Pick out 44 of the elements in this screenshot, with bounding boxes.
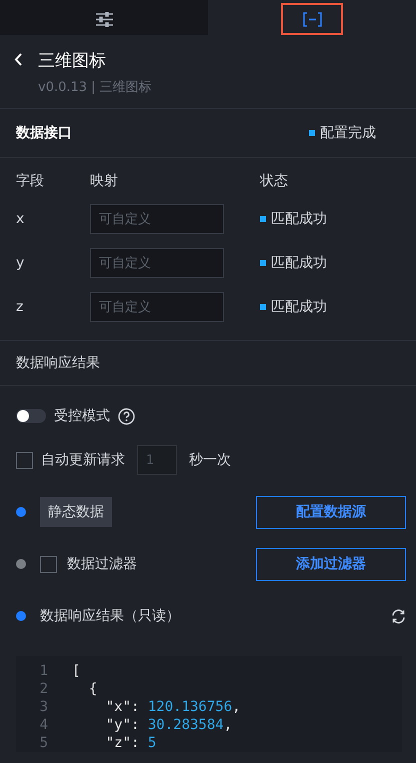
toggle-label: 受控模式 bbox=[54, 407, 110, 425]
mapping-input[interactable]: 可自定义 bbox=[90, 248, 224, 278]
field-name: z bbox=[16, 299, 24, 315]
code-line: "x": 120.136756, bbox=[104, 699, 241, 715]
action-button[interactable]: 添加过滤器 bbox=[256, 548, 406, 580]
code-line: { bbox=[88, 681, 98, 697]
match-status: 匹配成功 bbox=[271, 298, 327, 316]
brackets-icon bbox=[302, 12, 322, 26]
code-line: [ bbox=[72, 663, 80, 679]
field-name: x bbox=[16, 211, 26, 227]
match-status: 匹配成功 bbox=[271, 254, 327, 272]
help-icon[interactable] bbox=[118, 408, 135, 424]
sliders-icon bbox=[96, 12, 112, 26]
interval-input[interactable]: 1 bbox=[137, 445, 177, 475]
match-status: 匹配成功 bbox=[271, 210, 327, 228]
column-header: 字段 bbox=[16, 172, 45, 190]
code-line: "y": 30.283584, bbox=[104, 717, 232, 733]
mapping-input[interactable]: 可自定义 bbox=[90, 204, 224, 234]
component-title: 三维图标 bbox=[38, 50, 107, 72]
mapping-input[interactable]: 可自定义 bbox=[90, 292, 224, 322]
refresh-icon[interactable] bbox=[391, 608, 406, 624]
line-number: 3 bbox=[38, 699, 49, 715]
line-number: 2 bbox=[38, 681, 49, 697]
section-title: 数据响应结果 bbox=[16, 354, 100, 372]
back-icon[interactable] bbox=[14, 53, 22, 66]
field-name: y bbox=[16, 255, 26, 271]
section-title: 数据接口 bbox=[16, 124, 72, 142]
toggle-switch[interactable] bbox=[16, 409, 46, 423]
checkbox[interactable] bbox=[40, 556, 57, 572]
line-number: 4 bbox=[38, 717, 49, 733]
checkbox[interactable] bbox=[16, 452, 33, 468]
interval-unit: 秒一次 bbox=[189, 451, 231, 469]
checkbox-label: 自动更新请求 bbox=[41, 451, 125, 469]
step-label: 数据响应结果（只读） bbox=[40, 607, 180, 625]
column-header: 状态 bbox=[260, 172, 289, 190]
status-text: 配置完成 bbox=[320, 124, 376, 142]
version-text: v0.0.13 | 三维图标 bbox=[38, 79, 152, 96]
line-number: 1 bbox=[38, 663, 49, 679]
checkbox-label: 数据过滤器 bbox=[67, 555, 137, 573]
column-header: 映射 bbox=[90, 172, 119, 190]
source-tag: 静态数据 bbox=[40, 497, 112, 527]
action-button[interactable]: 配置数据源 bbox=[256, 496, 406, 528]
line-number: 5 bbox=[38, 735, 49, 751]
code-line: "z": 5 bbox=[104, 735, 156, 751]
